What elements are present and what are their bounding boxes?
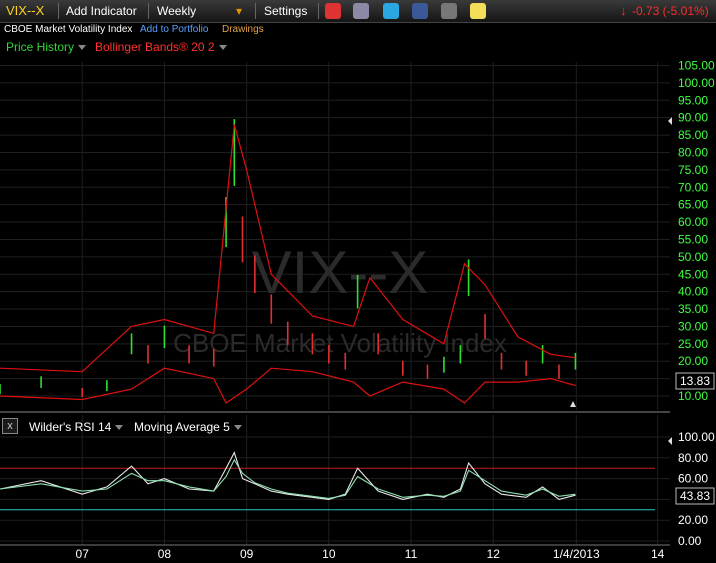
moving-average-label: Moving Average 5 [134,420,230,434]
y-tick-label: 10.00 [678,389,708,403]
x-tick-label: 08 [158,547,172,561]
y-tick-label: 60.00 [678,472,708,486]
y-tick-label: 75.00 [678,163,708,177]
price-history-legend[interactable]: Price History [6,39,87,55]
close-indicator-button[interactable]: x [2,418,18,434]
chevron-down-icon[interactable] [218,45,227,51]
y-tick-label: 70.00 [678,180,708,194]
x-tick-label: 10 [322,547,336,561]
price-last-value: 13.83 [680,374,710,388]
watermark-symbol: VIX--X [252,239,429,306]
x-tick-label: 09 [240,547,254,561]
y-tick-label: 45.00 [678,267,708,281]
y-tick-label: 80.00 [678,451,708,465]
chevron-down-icon[interactable] [78,45,87,51]
y-tick-label: 25.00 [678,337,708,351]
rsi-legend[interactable]: Wilder's RSI 14 [29,419,124,435]
y-tick-label: 85.00 [678,128,708,142]
chevron-down-icon[interactable] [115,425,124,431]
chevron-down-icon[interactable] [233,425,242,431]
y-tick-label: 0.00 [678,534,702,548]
y-tick-label: 20.00 [678,354,708,368]
y-tick-label: 105.00 [678,58,715,72]
y-axis-arrow-icon [668,117,672,125]
y-tick-label: 35.00 [678,302,708,316]
x-tick-label: 11 [405,547,418,561]
bollinger-legend[interactable]: Bollinger Bands® 20 2 [95,39,227,55]
x-tick-label: 1/4/2013 [553,547,600,561]
watermark-name: CBOE Market Volatility Index [173,328,507,358]
x-axis: 07 08 09 10 11 12 1/4/2013 14 [76,547,665,561]
y-tick-label: 90.00 [678,111,708,125]
x-tick-label: 14 [651,547,665,561]
y-tick-label: 30.00 [678,319,708,333]
moving-average-legend[interactable]: Moving Average 5 [134,419,242,435]
price-history-label: Price History [6,40,75,54]
bollinger-band-line [0,367,576,404]
y-tick-label: 100.00 [678,430,715,444]
rsi-line [0,451,576,500]
y-tick-label: 65.00 [678,198,708,212]
bollinger-label: Bollinger Bands® 20 2 [95,40,215,54]
x-tick-label: 07 [76,547,90,561]
y-tick-label: 55.00 [678,232,708,246]
y-tick-label: 20.00 [678,513,708,527]
expand-arrow-icon[interactable] [570,401,576,407]
y-tick-label: 80.00 [678,145,708,159]
y-tick-label: 40.00 [678,285,708,299]
y-tick-label: 95.00 [678,93,708,107]
rsi-marks [0,451,576,500]
x-tick-label: 12 [487,547,501,561]
y-axis-arrow-icon [668,437,672,445]
y-tick-label: 60.00 [678,215,708,229]
y-tick-label: 50.00 [678,250,708,264]
y-tick-label: 100.00 [678,76,715,90]
price-axis: 105.00 100.00 95.00 90.00 85.00 80.00 75.00 70.… [668,58,715,403]
rsi-last-value: 43.83 [680,489,710,503]
chart-area[interactable]: VIX--X CBOE Market Volatility Index 105.… [0,0,716,563]
rsi-label: Wilder's RSI 14 [29,420,112,434]
